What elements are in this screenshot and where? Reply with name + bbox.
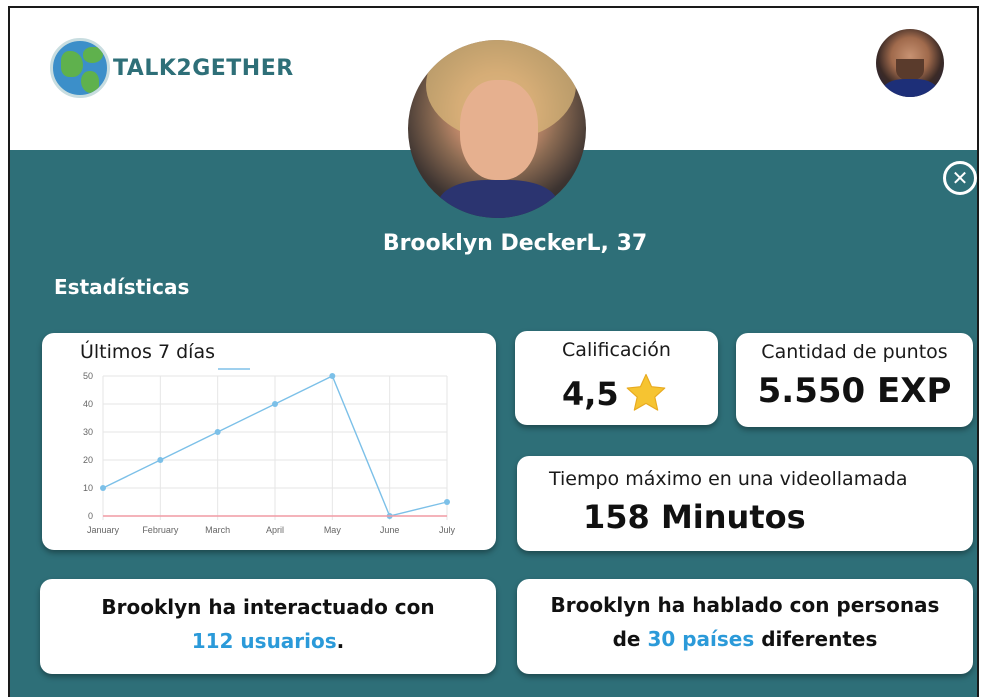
activity-chart-card: Últimos 7 días 0 10 20 30 40 50 January Februar… <box>42 333 496 550</box>
y-tick-label: 0 <box>88 511 93 521</box>
rating-value: 4,5 <box>562 375 619 413</box>
points-label: Cantidad de puntos <box>761 341 948 363</box>
rating-card: Calificación 4,5 <box>515 331 718 425</box>
max-call-time-value: 158 Minutos <box>583 498 806 536</box>
x-tick-label: July <box>439 525 456 535</box>
app-logo[interactable]: TALK2GETHER <box>50 38 294 98</box>
data-point <box>444 499 450 505</box>
countries-text: Brooklyn ha hablado con personas <box>550 593 940 617</box>
globe-icon <box>50 38 110 98</box>
points-card: Cantidad de puntos 5.550 EXP <box>736 333 973 427</box>
y-tick-label: 40 <box>83 399 93 409</box>
close-icon: ✕ <box>951 166 969 190</box>
y-tick-label: 20 <box>83 455 93 465</box>
section-title: Estadísticas <box>54 275 190 299</box>
rating-label: Calificación <box>562 339 671 361</box>
countries-suffix: diferentes <box>754 627 878 651</box>
interactions-card: Brooklyn ha interactuado con 112 usuario… <box>40 579 496 674</box>
star-icon <box>626 373 666 411</box>
max-call-time-label: Tiempo máximo en una videollamada <box>549 468 908 490</box>
interactions-text: Brooklyn ha interactuado con <box>101 595 435 619</box>
interactions-suffix: . <box>336 629 345 653</box>
profile-name: Brooklyn DeckerL, 37 <box>382 231 648 256</box>
countries-count-line: de 30 países diferentes <box>517 627 973 651</box>
close-button[interactable]: ✕ <box>943 161 977 195</box>
interactions-count: 112 usuarios <box>191 629 337 653</box>
x-tick-label: February <box>142 525 179 535</box>
profile-photo <box>408 40 586 218</box>
y-tick-label: 30 <box>83 427 93 437</box>
max-call-time-card: Tiempo máximo en una videollamada 158 Mi… <box>517 456 973 551</box>
countries-card: Brooklyn ha hablado con personas de 30 p… <box>517 579 973 674</box>
data-point <box>329 373 336 379</box>
x-tick-label: May <box>324 525 342 535</box>
data-point <box>214 429 221 435</box>
x-tick-label: January <box>87 525 120 535</box>
countries-prefix: de <box>612 627 648 651</box>
logo-text: TALK2GETHER <box>113 55 294 81</box>
interactions-count-line: 112 usuarios. <box>40 629 496 653</box>
data-point <box>157 457 164 463</box>
points-value: 5.550 EXP <box>757 371 952 411</box>
x-tick-label: June <box>380 525 400 535</box>
countries-count: 30 países <box>647 627 755 651</box>
line-chart: 0 10 20 30 40 50 January February March April May J… <box>83 371 456 535</box>
data-point <box>272 401 278 407</box>
y-tick-label: 10 <box>83 483 93 493</box>
user-avatar[interactable] <box>876 29 944 97</box>
y-tick-label: 50 <box>83 371 93 381</box>
data-point <box>100 485 106 491</box>
x-tick-label: March <box>205 525 230 535</box>
x-tick-label: April <box>266 525 284 535</box>
